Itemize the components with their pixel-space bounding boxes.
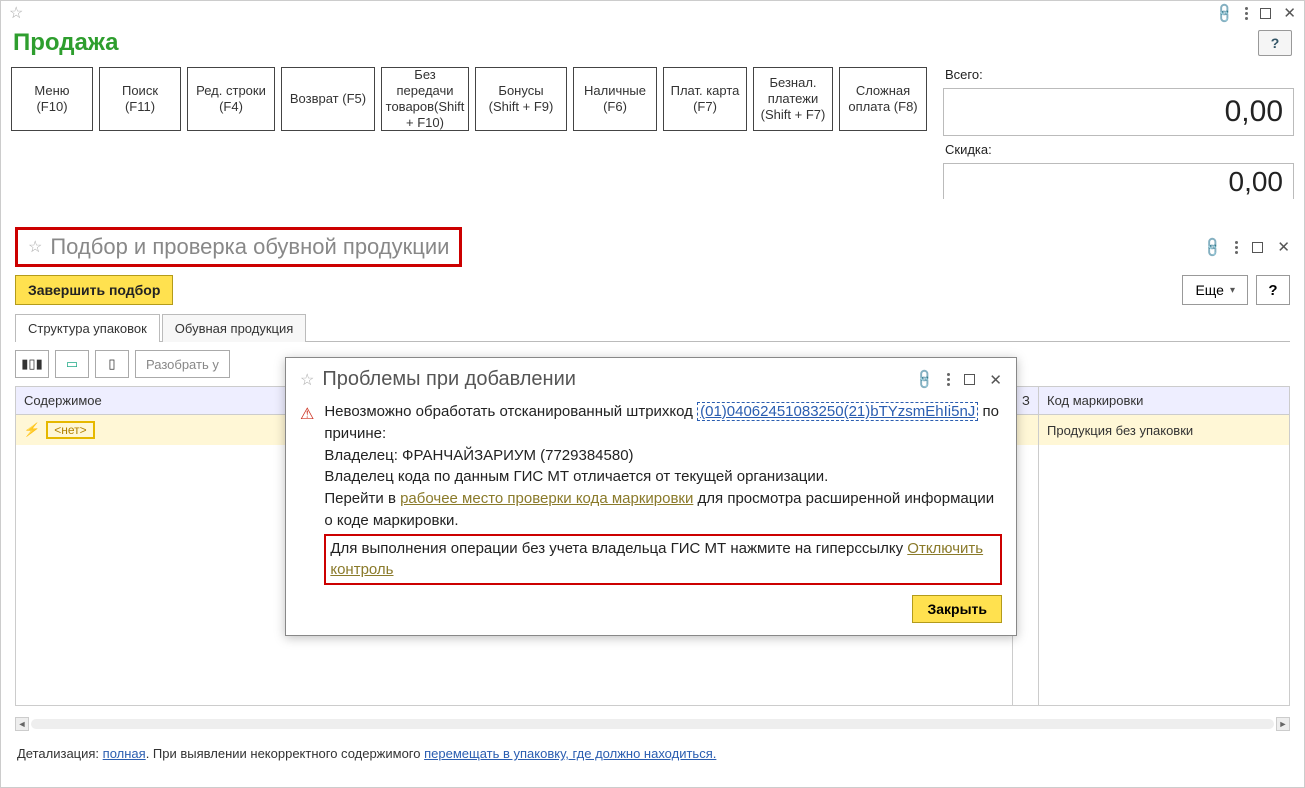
discount-value: 0,00 — [943, 163, 1294, 199]
warning-icon: ⚠ — [300, 403, 314, 585]
favorite-star-icon[interactable]: ☆ — [9, 3, 23, 23]
kebab-menu-icon[interactable] — [1245, 7, 1248, 20]
terminal-tool-button[interactable]: ▯ — [95, 350, 129, 378]
scroll-right-icon[interactable]: ► — [1276, 717, 1290, 731]
problems-popup: ☆ Проблемы при добавлении 🔗 ✕ ⚠ Невозмож… — [285, 357, 1017, 636]
sub-favorite-star-icon[interactable]: ☆ — [28, 237, 42, 257]
barcode-tool-button[interactable]: ▮▯▮ — [15, 350, 49, 378]
detail-link[interactable]: полная — [103, 746, 146, 761]
bonus-button[interactable]: Бонусы (Shift + F9) — [475, 67, 567, 131]
popup-message: Невозможно обработать отсканированный шт… — [324, 401, 1002, 585]
menu-button[interactable]: Меню (F10) — [11, 67, 93, 131]
tab-structure[interactable]: Структура упаковок — [15, 314, 160, 342]
total-value: 0,00 — [943, 88, 1294, 136]
search-button[interactable]: Поиск (F11) — [99, 67, 181, 131]
sub-window-title: Подбор и проверка обувной продукции — [50, 234, 449, 260]
card-icon: ▭ — [66, 356, 78, 372]
footer-text: Детализация: полная. При выявлении некор… — [17, 746, 716, 761]
sub-close-icon[interactable]: ✕ — [1277, 238, 1290, 256]
barcode-icon: ▮▯▮ — [21, 356, 42, 372]
more-button[interactable]: Еще▾ — [1182, 275, 1248, 305]
popup-maximize-icon[interactable] — [964, 374, 975, 385]
close-icon[interactable]: ✕ — [1283, 4, 1296, 22]
noncash-button[interactable]: Безнал. платежи (Shift + F7) — [753, 67, 833, 131]
edit-row-button[interactable]: Ред. строки (F4) — [187, 67, 275, 131]
sub-maximize-icon[interactable] — [1252, 242, 1263, 253]
check-workplace-link[interactable]: рабочее место проверки кода маркировки — [400, 490, 693, 507]
total-label: Всего: — [943, 67, 1294, 82]
popup-close-icon[interactable]: ✕ — [989, 371, 1002, 389]
card-button[interactable]: Плат. карта (F7) — [663, 67, 747, 131]
help-button[interactable]: ? — [1258, 30, 1292, 56]
help-small-button[interactable]: ? — [1256, 275, 1290, 305]
popup-kebab-icon[interactable] — [947, 373, 950, 386]
card-tool-button[interactable]: ▭ — [55, 350, 89, 378]
tab-bar: Структура упаковок Обувная продукция — [15, 313, 1290, 342]
sub-title-highlight: ☆ Подбор и проверка обувной продукции — [15, 227, 462, 267]
popup-close-button[interactable]: Закрыть — [912, 595, 1002, 623]
main-titlebar: ☆ 🔗 ✕ — [1, 1, 1304, 25]
col-header-mark-code: Код маркировки — [1039, 387, 1289, 415]
disassemble-button[interactable]: Разобрать у — [135, 350, 230, 378]
scroll-left-icon[interactable]: ◄ — [15, 717, 29, 731]
popup-link-icon[interactable]: 🔗 — [913, 367, 937, 391]
row-tag: <нет> — [46, 421, 94, 439]
terminal-icon: ▯ — [108, 356, 115, 372]
barcode-link[interactable]: (01)04062451083250(21)bTYzsmEhIi5nJ — [697, 402, 978, 421]
move-to-package-link[interactable]: перемещать в упаковку, где должно находи… — [424, 746, 716, 761]
cash-button[interactable]: Наличные (F6) — [573, 67, 657, 131]
right-row[interactable]: Продукция без упаковки — [1039, 415, 1289, 445]
action-button-row: Меню (F10) Поиск (F11) Ред. строки (F4) … — [1, 67, 1304, 199]
return-button[interactable]: Возврат (F5) — [281, 67, 375, 131]
h-scrollbar[interactable]: ◄ ► — [15, 717, 1290, 731]
no-transfer-button[interactable]: Без передачи товаров(Shift + F10) — [381, 67, 469, 131]
highlighted-instruction: Для выполнения операции без учета владел… — [324, 534, 1002, 586]
sub-link-icon[interactable]: 🔗 — [1201, 235, 1225, 259]
finish-selection-button[interactable]: Завершить подбор — [15, 275, 173, 305]
complex-pay-button[interactable]: Сложная оплата (F8) — [839, 67, 927, 131]
mark-badge-icon: ⚡ — [23, 422, 42, 438]
link-icon[interactable]: 🔗 — [1213, 1, 1237, 25]
discount-label: Скидка: — [943, 142, 1294, 157]
popup-title: Проблемы при добавлении — [322, 368, 576, 391]
maximize-icon[interactable] — [1260, 8, 1271, 19]
page-title: Продажа — [13, 29, 119, 57]
tab-shoe-products[interactable]: Обувная продукция — [162, 314, 306, 342]
popup-star-icon[interactable]: ☆ — [300, 370, 314, 390]
chevron-down-icon: ▾ — [1230, 285, 1235, 296]
sub-kebab-icon[interactable] — [1235, 241, 1238, 254]
